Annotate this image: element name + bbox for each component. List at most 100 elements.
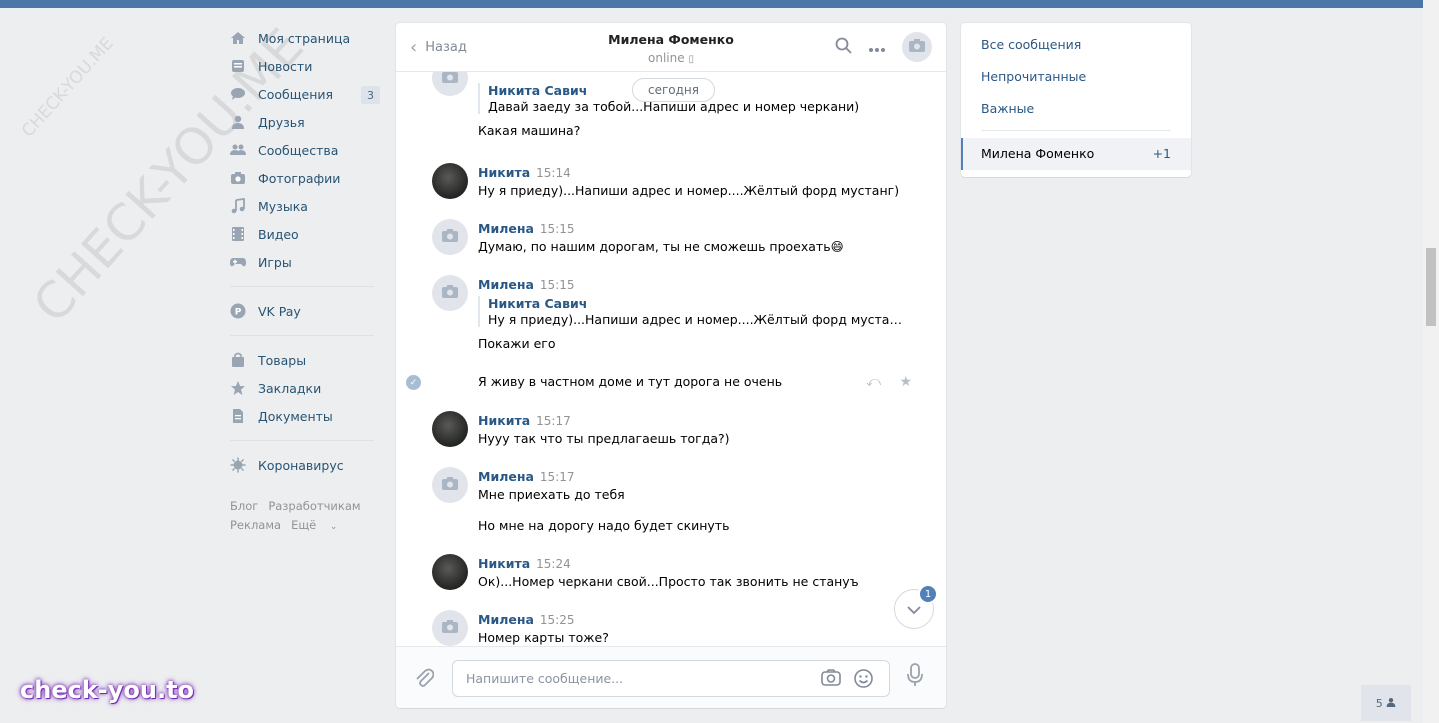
- message-composer: Напишите сообщение...: [396, 646, 946, 708]
- message[interactable]: Милена 15:15 Никита Савич Ну я приеду)...…: [478, 277, 902, 351]
- message[interactable]: Милена 15:15 Думаю, по нашим дорогам, ты …: [478, 221, 844, 254]
- message-author[interactable]: Милена 15:15: [478, 277, 902, 292]
- message-time: 15:17: [539, 470, 575, 484]
- message[interactable]: Милена 15:25 Номер карты тоже?: [478, 612, 609, 645]
- svg-text:P: P: [235, 308, 242, 318]
- nav-item-goods[interactable]: Товары: [230, 346, 380, 374]
- camera-icon: [230, 170, 246, 186]
- brand-watermark: check-you.to: [20, 676, 195, 704]
- nav-label: Друзья: [258, 114, 305, 130]
- message-author[interactable]: Милена 15:15: [478, 221, 844, 236]
- camera-icon: [909, 39, 925, 55]
- camera-icon[interactable]: [821, 669, 841, 690]
- nav-divider: [230, 335, 374, 336]
- message-text: Я живу в частном доме и тут дорога не оч…: [478, 374, 783, 389]
- chat-panel: ‹ Назад Милена Фоменко online ▯ Никита С…: [396, 23, 946, 708]
- music-icon: [230, 198, 246, 214]
- message[interactable]: Я живу в частном доме и тут дорога не оч…: [478, 374, 782, 389]
- message-text: Покажи его: [478, 336, 556, 351]
- paperclip-icon[interactable]: [414, 666, 435, 693]
- message-input[interactable]: Напишите сообщение...: [452, 660, 890, 697]
- peer-avatar[interactable]: [902, 32, 932, 62]
- reply-author[interactable]: Никита Савич: [488, 296, 902, 311]
- nav-label: Закладки: [258, 380, 322, 396]
- avatar[interactable]: [432, 72, 468, 96]
- nav-item-music[interactable]: Музыка: [230, 192, 380, 220]
- conversation-unread-count: +1: [1152, 146, 1171, 161]
- message[interactable]: Милена 15:17 Мне приехать до тебя Но мне …: [478, 469, 729, 533]
- message-author[interactable]: Никита 15:14: [478, 165, 899, 180]
- message-time: 15:14: [536, 166, 571, 180]
- microphone-icon[interactable]: [906, 663, 924, 692]
- nav-item-vkpay[interactable]: P VK Pay: [230, 297, 380, 325]
- mobile-icon: ▯: [688, 54, 694, 65]
- author-name: Милена: [478, 277, 534, 292]
- avatar[interactable]: [432, 163, 468, 199]
- nav-item-my-page[interactable]: Моя страница: [230, 24, 380, 52]
- filter-important[interactable]: Важные: [981, 101, 1034, 116]
- nav-divider: [230, 286, 374, 287]
- message-author[interactable]: Милена 15:17: [478, 469, 729, 484]
- reply-icon[interactable]: ⤺: [866, 374, 881, 390]
- filter-unread[interactable]: Непрочитанные: [981, 69, 1086, 84]
- emoji-icon[interactable]: [854, 669, 873, 692]
- nav-item-photos[interactable]: Фотографии: [230, 164, 380, 192]
- scrollbar-thumb[interactable]: [1426, 248, 1436, 326]
- nav-label: Сообщения: [258, 86, 334, 102]
- filter-all-messages[interactable]: Все сообщения: [981, 37, 1081, 52]
- nav-item-bookmarks[interactable]: Закладки: [230, 374, 380, 402]
- nav-item-groups[interactable]: Сообщества: [230, 136, 380, 164]
- star-icon[interactable]: ★: [899, 374, 912, 390]
- avatar[interactable]: [432, 610, 468, 646]
- footer-link-blog[interactable]: Блог: [230, 499, 258, 513]
- avatar[interactable]: [432, 554, 468, 590]
- message-text: Мне приехать до тебя: [478, 487, 625, 502]
- active-conversation[interactable]: Милена Фоменко +1: [961, 138, 1191, 170]
- virus-icon: [230, 457, 246, 473]
- nav-label: Музыка: [258, 198, 308, 214]
- nav-label: Документы: [258, 408, 333, 424]
- avatar[interactable]: [432, 219, 468, 255]
- footer-link-ads[interactable]: Реклама: [230, 518, 281, 532]
- online-friends-button[interactable]: 5: [1361, 685, 1411, 721]
- nav-item-documents[interactable]: Документы: [230, 402, 380, 430]
- message[interactable]: Никита 15:14 Ну я приеду)...Напиши адрес …: [478, 165, 899, 198]
- chevron-down-icon: [907, 602, 921, 617]
- message-author[interactable]: Никита 15:17: [478, 413, 730, 428]
- avatar[interactable]: [432, 467, 468, 503]
- more-icon[interactable]: [868, 38, 886, 57]
- nav-label: Коронавирус: [258, 457, 344, 473]
- author-name: Никита: [478, 413, 531, 428]
- header-actions: [819, 32, 932, 62]
- message[interactable]: Никита 15:17 Нууу так что ты предлагаешь …: [478, 413, 730, 446]
- reply-quote[interactable]: Никита Савич Ну я приеду)...Напиши адрес…: [478, 296, 902, 327]
- camera-icon: [442, 72, 458, 86]
- nav-item-messages[interactable]: Сообщения 3: [230, 80, 380, 108]
- games-icon: [230, 254, 246, 270]
- footer-link-more[interactable]: Ещё ⌄: [291, 518, 347, 532]
- unread-count-badge: 1: [918, 584, 938, 604]
- avatar[interactable]: [432, 275, 468, 311]
- date-divider: сегодня: [632, 78, 715, 102]
- page-scrollbar[interactable]: [1423, 0, 1439, 723]
- message-list[interactable]: Никита Савич Давай заеду за тобой...Напи…: [396, 72, 946, 646]
- message-author[interactable]: Милена 15:25: [478, 612, 609, 627]
- messages-badge: 3: [361, 86, 380, 104]
- avatar[interactable]: [432, 411, 468, 447]
- nav-divider: [230, 440, 374, 441]
- selected-check-icon[interactable]: ✓: [406, 375, 421, 390]
- camera-icon: [442, 477, 458, 493]
- nav-item-friends[interactable]: Друзья: [230, 108, 380, 136]
- message-input-placeholder: Напишите сообщение...: [466, 671, 624, 686]
- message-author[interactable]: Никита 15:24: [478, 556, 859, 571]
- watermark-small: CHECK-YOU.ME: [18, 33, 118, 142]
- search-icon[interactable]: [835, 37, 852, 58]
- nav-label: Товары: [258, 352, 307, 368]
- message-text: Думаю, по нашим дорогам, ты не сможешь п…: [478, 239, 844, 254]
- nav-item-games[interactable]: Игры: [230, 248, 380, 276]
- message[interactable]: Никита 15:24 Ок)...Номер черкани свой...П…: [478, 556, 859, 589]
- nav-item-news[interactable]: Новости: [230, 52, 380, 80]
- nav-item-video[interactable]: Видео: [230, 220, 380, 248]
- footer-link-dev[interactable]: Разработчикам: [268, 499, 360, 513]
- nav-item-coronavirus[interactable]: Коронавирус: [230, 451, 380, 479]
